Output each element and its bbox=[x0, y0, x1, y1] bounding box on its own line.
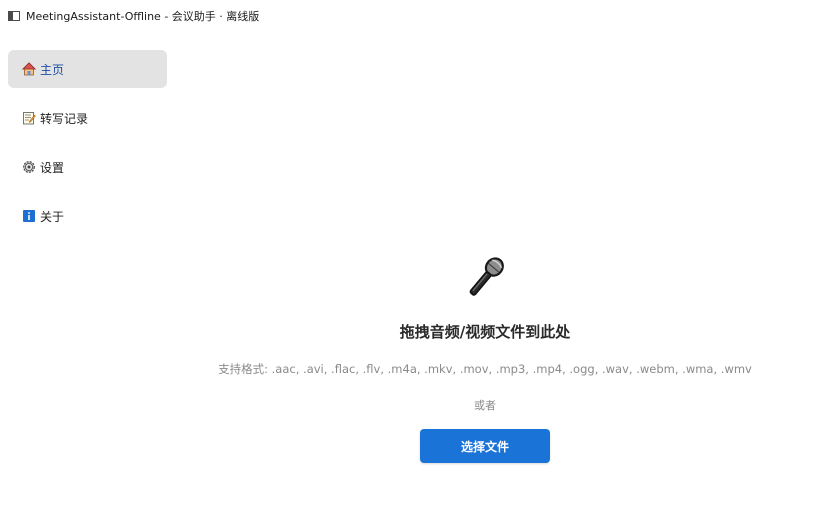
gear-icon bbox=[23, 161, 35, 173]
sidebar-item-label: 设置 bbox=[40, 160, 65, 175]
or-separator-text: 或者 bbox=[474, 399, 496, 412]
sidebar-item-transcripts[interactable]: 转写记录 bbox=[8, 99, 167, 137]
sidebar-item-label: 主页 bbox=[40, 62, 65, 77]
home-icon bbox=[22, 62, 36, 76]
app-window: MeetingAssistant-Offline - 会议助手 · 离线版 主页… bbox=[0, 0, 819, 532]
sidebar: 主页 转写记录 设置 关于 bbox=[8, 50, 167, 246]
window-title: MeetingAssistant-Offline - 会议助手 · 离线版 bbox=[26, 10, 260, 23]
drop-instructions-title: 拖拽音频/视频文件到此处 bbox=[399, 323, 571, 341]
microphone-icon bbox=[469, 257, 504, 296]
sidebar-item-home[interactable]: 主页 bbox=[8, 50, 167, 88]
file-drop-zone[interactable]: 拖拽音频/视频文件到此处 支持格式: .aac, .avi, .flac, .f… bbox=[180, 240, 790, 480]
sidebar-item-label: 关于 bbox=[40, 209, 65, 224]
memo-icon bbox=[23, 112, 36, 125]
title-bar[interactable]: MeetingAssistant-Offline - 会议助手 · 离线版 bbox=[0, 0, 819, 32]
choose-file-button[interactable]: 选择文件 bbox=[420, 429, 550, 463]
sidebar-item-label: 转写记录 bbox=[40, 111, 89, 126]
supported-formats-text: 支持格式: .aac, .avi, .flac, .flv, .m4a, .mk… bbox=[218, 362, 752, 376]
sidebar-item-about[interactable]: 关于 bbox=[8, 197, 167, 235]
app-window-icon bbox=[8, 11, 20, 21]
info-icon bbox=[23, 210, 35, 222]
sidebar-item-settings[interactable]: 设置 bbox=[8, 148, 167, 186]
